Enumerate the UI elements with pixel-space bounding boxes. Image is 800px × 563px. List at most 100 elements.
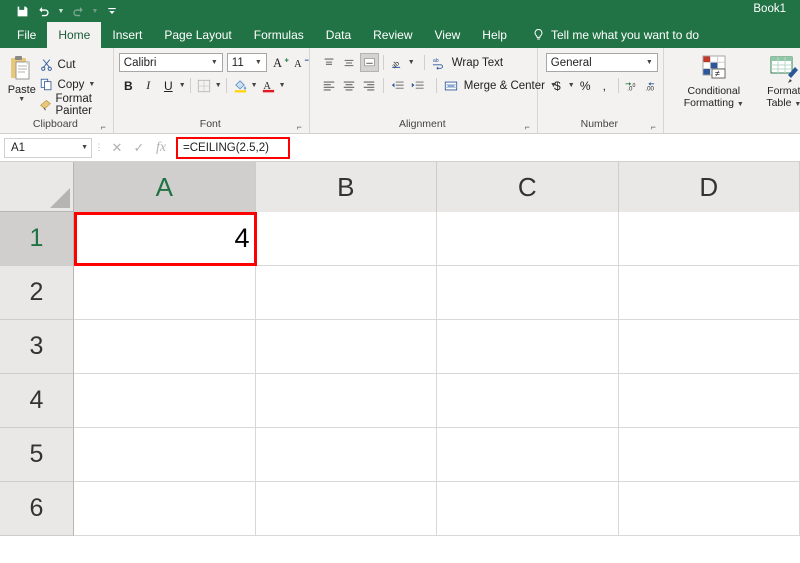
redo-icon[interactable] [68,2,88,20]
undo-icon[interactable] [34,2,54,20]
row-header-5[interactable]: 5 [0,428,74,482]
bold-button[interactable]: B [119,76,138,95]
format-painter-button[interactable]: Format Painter [39,93,108,117]
select-all-corner-button[interactable] [0,162,74,212]
cell-d6[interactable] [618,482,800,536]
fill-color-icon[interactable] [231,76,250,95]
tab-page-layout[interactable]: Page Layout [153,22,242,48]
insert-function-icon[interactable]: fx [150,138,172,158]
tab-review[interactable]: Review [362,22,423,48]
cell-c3[interactable] [437,320,619,374]
name-box-caret-icon[interactable]: ▼ [81,144,88,151]
cell-b1[interactable] [255,212,437,266]
cell-b3[interactable] [255,320,437,374]
paste-button[interactable]: Paste ▼ [5,53,39,103]
align-top-icon[interactable] [320,53,339,72]
accounting-dropdown-caret-icon[interactable]: ▼ [568,82,575,89]
percent-style-button[interactable]: % [577,76,594,95]
tab-formulas[interactable]: Formulas [243,22,315,48]
clipboard-dialog-launcher-icon[interactable]: ⌐ [99,123,108,132]
accounting-format-button[interactable]: $ [549,76,566,95]
cell-a3[interactable] [74,320,256,374]
cell-a6[interactable] [74,482,256,536]
column-header-c[interactable]: C [437,162,619,212]
paste-dropdown-caret-icon[interactable]: ▼ [18,96,25,103]
format-as-table-dropdown-caret-icon[interactable]: ▼ [794,101,800,108]
cell-d5[interactable] [618,428,800,482]
cell-c1[interactable] [437,212,619,266]
cell-c6[interactable] [437,482,619,536]
copy-dropdown-caret-icon[interactable]: ▼ [88,81,95,88]
cell-b4[interactable] [255,374,437,428]
font-size-input[interactable]: 11 ▼ [226,53,267,72]
comma-style-button[interactable]: , [596,76,613,95]
name-box[interactable]: A1 ▼ [4,137,92,158]
increase-font-size-icon[interactable]: A [273,53,291,72]
formula-input[interactable]: =CEILING(2.5,2) [176,136,290,159]
format-as-table-button[interactable]: Format Table ▼ [752,53,800,109]
underline-dropdown-caret-icon[interactable]: ▼ [179,82,186,89]
font-color-icon[interactable]: A [259,76,278,95]
wrap-text-button[interactable]: ab Wrap Text [429,53,506,72]
copy-button[interactable]: Copy ▼ [39,75,108,94]
tab-help[interactable]: Help [471,22,518,48]
align-center-icon[interactable] [340,76,359,95]
font-color-dropdown-caret-icon[interactable]: ▼ [279,82,286,89]
tab-view[interactable]: View [424,22,472,48]
tab-data[interactable]: Data [315,22,362,48]
font-name-caret-icon[interactable]: ▼ [209,59,220,66]
row-header-4[interactable]: 4 [0,374,74,428]
cell-b5[interactable] [255,428,437,482]
decrease-decimal-icon[interactable]: .00 [643,76,660,95]
cell-a4[interactable] [74,374,256,428]
cell-c4[interactable] [437,374,619,428]
decrease-indent-icon[interactable] [388,76,407,95]
cell-d3[interactable] [618,320,800,374]
italic-button[interactable]: I [139,76,158,95]
column-header-d[interactable]: D [618,162,800,212]
cell-a5[interactable] [74,428,256,482]
fill-color-dropdown-caret-icon[interactable]: ▼ [251,82,258,89]
number-format-caret-icon[interactable]: ▼ [644,59,655,66]
row-header-2[interactable]: 2 [0,266,74,320]
cell-b6[interactable] [255,482,437,536]
row-header-1[interactable]: 1 [0,212,74,266]
cell-d1[interactable] [618,212,800,266]
conditional-formatting-dropdown-caret-icon[interactable]: ▼ [737,101,744,108]
align-middle-icon[interactable] [340,53,359,72]
font-dialog-launcher-icon[interactable]: ⌐ [295,123,304,132]
row-header-3[interactable]: 3 [0,320,74,374]
alignment-dialog-launcher-icon[interactable]: ⌐ [523,123,532,132]
underline-button[interactable]: U [159,76,178,95]
align-bottom-icon[interactable] [359,53,379,72]
cell-d2[interactable] [618,266,800,320]
cell-a1[interactable]: 4 [74,212,256,266]
save-icon[interactable] [12,2,32,20]
conditional-formatting-button[interactable]: ≠ Conditional Formatting ▼ [682,53,746,109]
cell-d4[interactable] [618,374,800,428]
undo-dropdown-caret-icon[interactable]: ▼ [56,2,66,20]
font-size-caret-icon[interactable]: ▼ [253,59,264,66]
cell-b2[interactable] [255,266,437,320]
tab-file[interactable]: File [6,22,47,48]
tell-me-search[interactable]: Tell me what you want to do [518,22,699,48]
align-right-icon[interactable] [360,76,379,95]
borders-dropdown-caret-icon[interactable]: ▼ [215,82,222,89]
cancel-icon[interactable]: ✕ [106,138,128,158]
tab-home[interactable]: Home [47,22,102,48]
column-header-a[interactable]: A [74,162,256,212]
increase-decimal-icon[interactable]: .0 0 [624,76,641,95]
customize-quick-access-toolbar-icon[interactable] [102,2,122,20]
cell-c2[interactable] [437,266,619,320]
cell-c5[interactable] [437,428,619,482]
number-dialog-launcher-icon[interactable]: ⌐ [649,123,658,132]
orientation-dropdown-caret-icon[interactable]: ▼ [408,59,415,66]
enter-icon[interactable]: ✓ [128,138,150,158]
row-header-6[interactable]: 6 [0,482,74,536]
orientation-icon[interactable]: ab [388,53,407,72]
redo-dropdown-caret-icon[interactable]: ▼ [90,2,100,20]
cell-a2[interactable] [74,266,256,320]
font-name-input[interactable]: Calibri ▼ [118,53,223,72]
align-left-icon[interactable] [320,76,339,95]
tab-insert[interactable]: Insert [101,22,153,48]
